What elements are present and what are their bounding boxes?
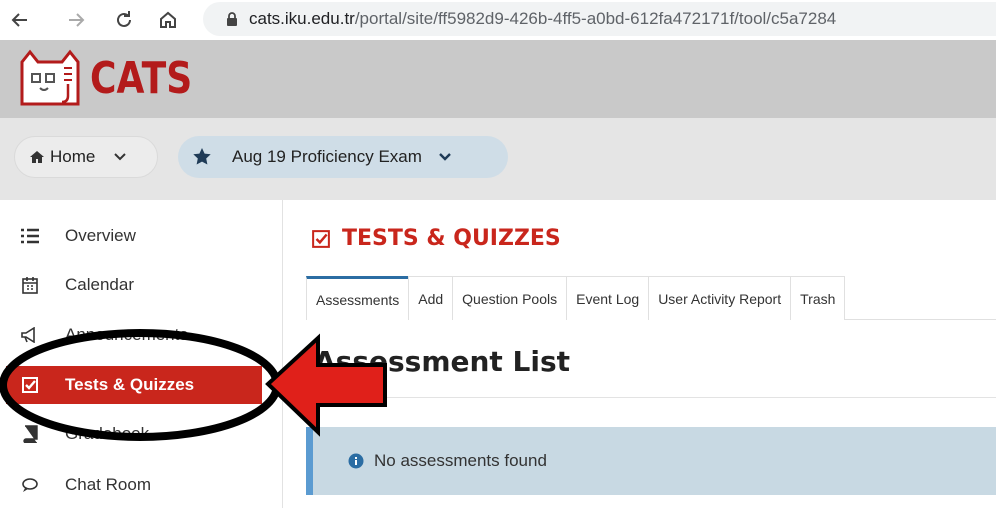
sidebar-item-label: Gradebook (65, 424, 150, 443)
forward-arrow-icon (69, 13, 85, 27)
reload-button[interactable] (110, 6, 138, 34)
megaphone-icon (20, 325, 40, 345)
divider (306, 397, 996, 398)
alert-text: No assessments found (374, 451, 547, 470)
tab-assessments[interactable]: Assessments (306, 276, 410, 320)
house-icon (160, 11, 176, 28)
tool-tabs: Assessments Add Question Pools Event Log… (306, 276, 996, 320)
chat-icon (20, 475, 40, 495)
cat-logo-icon (20, 49, 80, 106)
calendar-icon (20, 275, 40, 295)
tool-title-text: TESTS & QUIZZES (342, 226, 561, 251)
sidebar-item-label: Tests & Quizzes (65, 375, 195, 394)
chevron-down-icon (114, 153, 127, 161)
cats-logo[interactable]: CATS (18, 48, 215, 108)
back-button[interactable] (6, 6, 34, 34)
page-heading: Assessment List (314, 345, 571, 378)
home-label: Home (50, 147, 96, 166)
sidebar-item-gradebook[interactable]: Gradebook (0, 415, 283, 453)
book-icon (20, 424, 40, 444)
sidebar-item-label: Overview (65, 226, 136, 245)
sidebar-item-calendar[interactable]: Calendar (0, 266, 283, 304)
logo-wordmark: CATS (90, 52, 193, 104)
list-icon (20, 226, 40, 246)
star-icon (193, 148, 211, 165)
back-arrow-icon (11, 13, 27, 27)
checkbox-icon (20, 375, 40, 395)
tab-add[interactable]: Add (408, 276, 454, 320)
chevron-down-icon (439, 153, 451, 161)
tool-sidebar: Overview Calendar Announcements Tests & … (0, 200, 283, 508)
tab-trash[interactable]: Trash (790, 276, 846, 320)
tab-question-pools[interactable]: Question Pools (452, 276, 568, 320)
url-path: /portal/site/ff5982d9-426b-4ff5-a0bd-612… (354, 9, 837, 28)
reload-icon (117, 11, 131, 27)
url-host: cats.iku.edu.tr (249, 9, 355, 28)
sidebar-item-overview[interactable]: Overview (0, 217, 283, 255)
main-content: TESTS & QUIZZES Assessments Add Question… (284, 200, 996, 508)
sidebar-item-label: Calendar (65, 275, 134, 294)
site-header: CATS (0, 40, 996, 118)
home-browser-button[interactable] (154, 6, 182, 34)
sidebar-item-tests-quizzes[interactable]: Tests & Quizzes (6, 366, 262, 404)
home-icon (30, 151, 44, 163)
site-dropdown[interactable]: Aug 19 Proficiency Exam (178, 136, 508, 178)
site-label: Aug 19 Proficiency Exam (232, 147, 422, 166)
browser-toolbar: cats.iku.edu.tr/portal/site/ff5982d9-426… (0, 0, 996, 40)
info-alert: No assessments found (306, 427, 996, 495)
sidebar-item-label: Announcements (65, 325, 188, 344)
checkbox-icon (312, 229, 330, 248)
info-icon (348, 453, 364, 469)
tab-user-activity-report[interactable]: User Activity Report (648, 276, 792, 320)
url-text: cats.iku.edu.tr/portal/site/ff5982d9-426… (249, 9, 836, 29)
forward-button[interactable] (62, 6, 90, 34)
tool-title: TESTS & QUIZZES (312, 226, 561, 251)
home-dropdown[interactable]: Home (14, 136, 158, 178)
sidebar-item-label: Chat Room (65, 475, 151, 494)
site-nav-bar: Home Aug 19 Proficiency Exam (0, 118, 996, 200)
lock-icon (227, 12, 237, 26)
tab-event-log[interactable]: Event Log (566, 276, 650, 320)
sidebar-item-chat-room[interactable]: Chat Room (0, 466, 283, 504)
address-bar[interactable]: cats.iku.edu.tr/portal/site/ff5982d9-426… (203, 2, 996, 36)
sidebar-item-announcements[interactable]: Announcements (0, 316, 283, 354)
